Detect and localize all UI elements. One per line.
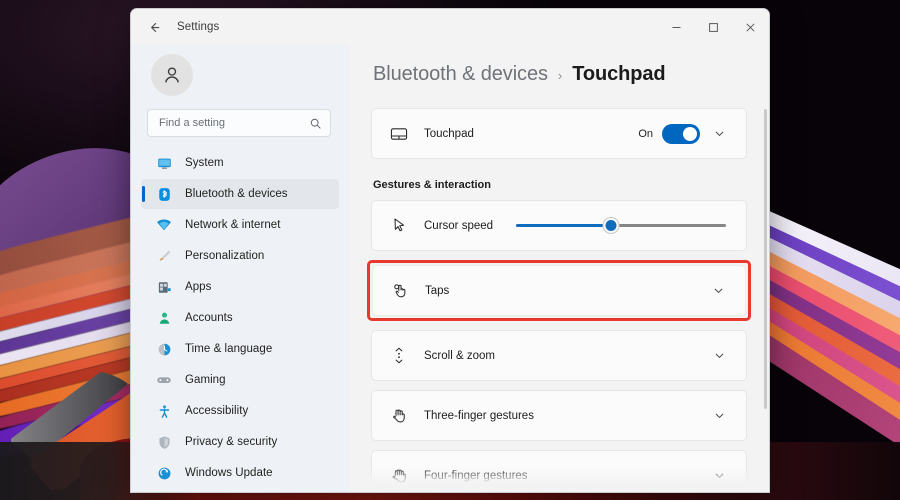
breadcrumb-separator-icon: › <box>557 68 563 83</box>
window-controls <box>658 9 769 45</box>
touchpad-toggle-card[interactable]: Touchpad On <box>371 108 747 159</box>
wifi-icon <box>155 216 173 234</box>
minimize-button[interactable] <box>658 9 695 45</box>
touchpad-icon <box>388 125 410 143</box>
taps-card-label: Taps <box>425 284 450 297</box>
shield-icon <box>155 433 173 451</box>
sidebar-item-label: Accounts <box>185 312 233 324</box>
sidebar-item-label: Privacy & security <box>185 436 278 448</box>
cut-off-section-title: Related settings <box>373 484 458 492</box>
close-button[interactable] <box>732 9 769 45</box>
main-scrollbar[interactable] <box>764 109 767 409</box>
sidebar-item-time-language[interactable]: Time & language <box>141 334 339 364</box>
monitor-icon <box>155 154 173 172</box>
four-finger-hand-icon <box>388 467 410 484</box>
sidebar-item-label: Bluetooth & devices <box>185 188 288 200</box>
chevron-down-icon[interactable] <box>706 349 732 362</box>
chevron-down-icon[interactable] <box>706 409 732 422</box>
sidebar-item-bluetooth-devices[interactable]: Bluetooth & devices <box>141 179 339 209</box>
search-input[interactable] <box>159 117 309 129</box>
chevron-down-icon[interactable] <box>705 284 731 297</box>
slider-thumb[interactable] <box>603 217 618 233</box>
four-finger-gestures-label: Four-finger gestures <box>424 469 528 482</box>
paintbrush-icon <box>155 247 173 265</box>
tap-hand-icon <box>389 282 411 299</box>
sidebar-item-network-internet[interactable]: Network & internet <box>141 210 339 240</box>
scroll-zoom-label: Scroll & zoom <box>424 349 495 362</box>
sidebar-item-apps[interactable]: Apps <box>141 272 339 302</box>
toggle-state-label: On <box>638 127 653 140</box>
accessibility-person-icon <box>155 402 173 420</box>
touchpad-toggle-switch[interactable] <box>662 123 700 144</box>
sidebar: System Bluetooth & devices <box>131 45 349 492</box>
sidebar-item-privacy-security[interactable]: Privacy & security <box>141 427 339 457</box>
settings-window: Settings Find a setting System Bluetooth… <box>130 8 770 493</box>
touchpad-card-label: Touchpad <box>424 127 474 140</box>
sidebar-item-gaming[interactable]: Gaming <box>141 365 339 395</box>
sidebar-item-label: System <box>185 157 224 169</box>
chevron-down-icon[interactable] <box>706 127 732 140</box>
breadcrumb: Bluetooth & devices › Touchpad <box>371 63 747 86</box>
person-icon <box>155 309 173 327</box>
sidebar-item-label: Gaming <box>185 374 226 386</box>
cursor-speed-slider[interactable] <box>516 216 726 236</box>
gamepad-icon <box>155 371 173 389</box>
touchpad-toggle-group[interactable]: On <box>638 123 700 144</box>
window-body: System Bluetooth & devices <box>131 45 769 492</box>
sidebar-item-accounts[interactable]: Accounts <box>141 303 339 333</box>
sidebar-item-label: Windows Update <box>185 467 273 479</box>
update-refresh-icon <box>155 464 173 482</box>
sidebar-item-label: Network & internet <box>185 219 281 231</box>
breadcrumb-parent[interactable]: Bluetooth & devices <box>373 63 548 86</box>
page-title: Touchpad <box>572 63 666 85</box>
sidebar-item-label: Accessibility <box>185 405 249 417</box>
apps-grid-icon <box>155 278 173 296</box>
search-icon <box>309 117 322 130</box>
cursor-pointer-icon <box>388 217 410 234</box>
three-finger-hand-icon <box>388 407 410 424</box>
maximize-button[interactable] <box>695 9 732 45</box>
cursor-speed-label: Cursor speed <box>424 219 494 232</box>
search-box[interactable] <box>147 109 331 137</box>
taps-card[interactable]: Taps <box>372 265 746 316</box>
window-titlebar: Settings <box>131 9 769 45</box>
main-content: Bluetooth & devices › Touchpad Touchpad … <box>349 45 769 492</box>
section-title-gestures: Gestures & interaction <box>373 179 491 191</box>
three-finger-gestures-label: Three-finger gestures <box>424 409 534 422</box>
sidebar-item-label: Apps <box>185 281 212 293</box>
clock-globe-icon <box>155 340 173 358</box>
sidebar-item-personalization[interactable]: Personalization <box>141 241 339 271</box>
toggle-knob <box>683 126 697 141</box>
cursor-speed-card[interactable]: Cursor speed <box>371 200 747 251</box>
scroll-zoom-card[interactable]: Scroll & zoom <box>371 330 747 381</box>
bluetooth-icon <box>155 185 173 203</box>
slider-fill <box>516 223 611 227</box>
scroll-updown-icon <box>388 347 410 364</box>
back-button[interactable] <box>139 14 169 40</box>
chevron-down-icon[interactable] <box>706 469 732 482</box>
sidebar-item-label: Personalization <box>185 250 265 262</box>
avatar <box>151 54 193 96</box>
sidebar-item-accessibility[interactable]: Accessibility <box>141 396 339 426</box>
sidebar-item-label: Time & language <box>185 343 273 355</box>
sidebar-item-windows-update[interactable]: Windows Update <box>141 458 339 488</box>
sidebar-item-system[interactable]: System <box>141 148 339 178</box>
window-title: Settings <box>177 21 220 33</box>
sidebar-nav: System Bluetooth & devices Network & int… <box>131 147 349 492</box>
user-profile[interactable] <box>131 45 349 107</box>
three-finger-gestures-card[interactable]: Three-finger gestures <box>371 390 747 441</box>
taps-highlight-annotation: Taps <box>367 260 751 321</box>
